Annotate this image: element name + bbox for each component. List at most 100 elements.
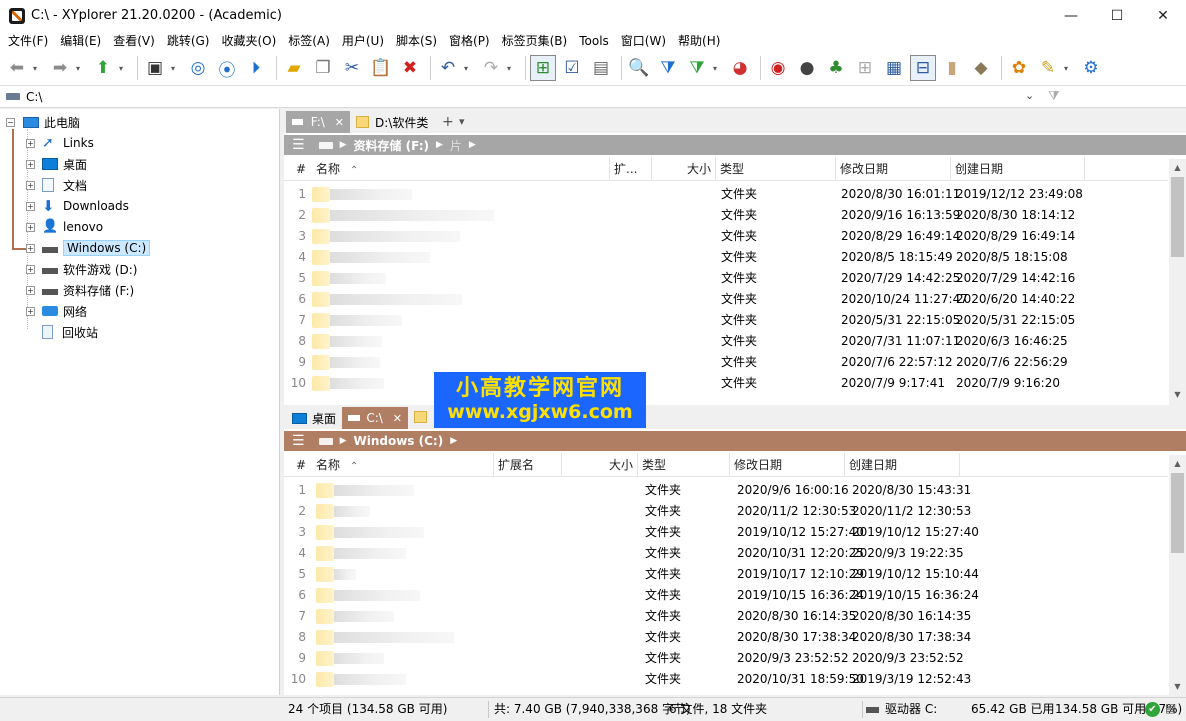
menu-window[interactable]: 窗口(W) bbox=[615, 31, 672, 51]
table-row[interactable]: 4 文件夹 2020/8/5 18:15:49 2020/8/5 18:15:0… bbox=[284, 247, 1168, 268]
target-icon[interactable]: ◎ bbox=[185, 55, 211, 81]
column-header-size[interactable]: 大小 bbox=[652, 157, 716, 181]
scroll-up-icon[interactable]: ▲ bbox=[1169, 455, 1186, 472]
menu-favorites[interactable]: 收藏夹(O) bbox=[215, 31, 282, 51]
paste-icon[interactable]: 📋 bbox=[368, 55, 394, 81]
colors-icon[interactable]: ✿ bbox=[1006, 55, 1032, 81]
filter-drop-icon[interactable]: ⧩ bbox=[684, 55, 710, 81]
find-icon[interactable]: 🔍 bbox=[626, 55, 652, 81]
brush-dropdown-icon[interactable]: ▾ bbox=[1064, 64, 1074, 73]
tag-icon[interactable]: ◆ bbox=[968, 55, 994, 81]
menu-script[interactable]: 脚本(S) bbox=[390, 31, 443, 51]
checkbox-icon[interactable]: ☑ bbox=[559, 55, 585, 81]
search-circle-icon[interactable]: ⦿ bbox=[214, 55, 240, 81]
column-header-modified[interactable]: 修改日期 bbox=[730, 453, 845, 477]
expand-icon[interactable]: + bbox=[26, 285, 35, 295]
breadcrumb-item[interactable]: 片 bbox=[450, 137, 462, 154]
redo-dropdown-icon[interactable]: ▾ bbox=[507, 64, 517, 73]
column-header-num[interactable]: # bbox=[284, 453, 310, 477]
chevron-down-icon[interactable]: ⌄ bbox=[1025, 89, 1034, 102]
expand-icon[interactable]: + bbox=[26, 222, 35, 232]
collapse-icon[interactable]: − bbox=[6, 117, 15, 127]
add-tab-button[interactable]: + bbox=[442, 114, 454, 130]
expand-icon[interactable]: + bbox=[26, 243, 35, 253]
filter-icon[interactable]: ⧩ bbox=[1048, 89, 1060, 104]
spiral-icon[interactable]: ◉ bbox=[765, 55, 791, 81]
scrollbar-thumb[interactable] bbox=[1171, 177, 1184, 257]
tab-f-drive[interactable]: F:\ ✕ bbox=[286, 111, 350, 133]
hamburger-icon[interactable]: ☰ bbox=[292, 433, 305, 449]
tree-item-links[interactable]: + ➚ Links bbox=[26, 133, 94, 153]
up-icon[interactable]: ⬆ bbox=[90, 55, 116, 81]
tree-item-recycle-bin[interactable]: 回收站 bbox=[42, 322, 98, 342]
table-row[interactable]: 7 文件夹 2020/5/31 22:15:05 2020/5/31 22:15… bbox=[284, 310, 1168, 331]
menu-tabsets[interactable]: 标签页集(B) bbox=[496, 31, 574, 51]
expand-icon[interactable]: + bbox=[26, 138, 35, 148]
tab-d-software[interactable]: D:\软件类 bbox=[350, 111, 436, 133]
table-row[interactable]: 2 文件夹 2020/9/16 16:13:59 2020/8/30 18:14… bbox=[284, 205, 1168, 226]
new-folder-icon[interactable]: ▰ bbox=[281, 55, 307, 81]
menu-edit[interactable]: 编辑(E) bbox=[54, 31, 107, 51]
vertical-scrollbar[interactable]: ▲ ▼ bbox=[1169, 455, 1186, 695]
table-row[interactable]: 3 文件夹 2019/10/12 15:27:40 2019/10/12 15:… bbox=[284, 522, 1168, 543]
table-row[interactable]: 4 文件夹 2020/10/31 12:20:25 2020/9/3 19:22… bbox=[284, 543, 1168, 564]
moon-icon[interactable]: ● bbox=[794, 55, 820, 81]
table-row[interactable]: 10 文件夹 2020/10/31 18:59:50 2019/3/19 12:… bbox=[284, 669, 1168, 690]
redo-icon[interactable]: ↷ bbox=[478, 55, 504, 81]
column-header-type[interactable]: 类型 bbox=[716, 157, 836, 181]
details-icon[interactable]: ▦ bbox=[881, 55, 907, 81]
menu-help[interactable]: 帮助(H) bbox=[672, 31, 726, 51]
expand-icon[interactable]: + bbox=[26, 159, 35, 169]
column-header-ext[interactable]: 扩... bbox=[610, 157, 652, 181]
up-dropdown-icon[interactable]: ▾ bbox=[119, 64, 129, 73]
expand-icon[interactable]: + bbox=[26, 180, 35, 190]
expand-icon[interactable]: + bbox=[26, 306, 35, 316]
menu-user[interactable]: 用户(U) bbox=[336, 31, 390, 51]
status-menu-icon[interactable]: ▤ bbox=[1165, 701, 1176, 715]
tree-icon[interactable]: ♣ bbox=[823, 55, 849, 81]
brush-icon[interactable]: ✎ bbox=[1035, 55, 1061, 81]
grid-icon[interactable]: ⊞ bbox=[852, 55, 878, 81]
play-circle-icon[interactable]: ⏵ bbox=[243, 55, 269, 81]
column-header-modified[interactable]: 修改日期 bbox=[836, 157, 951, 181]
hamburger-icon[interactable]: ☰ bbox=[292, 137, 305, 153]
tab-c-drive[interactable]: C:\ ✕ bbox=[342, 407, 408, 429]
column-header-name[interactable]: 名称 ⌃ bbox=[312, 157, 610, 181]
menu-tools[interactable]: Tools bbox=[573, 31, 615, 51]
column-header-ext[interactable]: 扩展名 bbox=[494, 453, 562, 477]
expand-icon[interactable]: + bbox=[26, 201, 35, 211]
tab-menu-icon[interactable]: ▾ bbox=[459, 115, 465, 128]
table-row[interactable]: 8 文件夹 2020/7/31 11:07:11 2020/6/3 16:46:… bbox=[284, 331, 1168, 352]
tree-item-desktop[interactable]: + 桌面 bbox=[26, 154, 87, 174]
table-row[interactable]: 7 文件夹 2020/8/30 16:14:35 2020/8/30 16:14… bbox=[284, 606, 1168, 627]
tree-item-downloads[interactable]: + ⬇ Downloads bbox=[26, 196, 129, 216]
delete-icon[interactable]: ✖ bbox=[397, 55, 423, 81]
table-row[interactable]: 5 文件夹 2020/7/29 14:42:25 2020/7/29 14:42… bbox=[284, 268, 1168, 289]
vertical-scrollbar[interactable]: ▲ ▼ bbox=[1169, 159, 1186, 405]
xyplorer-app-icon[interactable] bbox=[9, 7, 25, 24]
table-row[interactable]: 6 文件夹 2019/10/15 16:36:24 2019/10/15 16:… bbox=[284, 585, 1168, 606]
table-row[interactable]: 9 文件夹 2020/7/6 22:57:12 2020/7/6 22:56:2… bbox=[284, 352, 1168, 373]
column-header-name[interactable]: 名称 ⌃ bbox=[312, 453, 494, 477]
menu-go[interactable]: 跳转(G) bbox=[161, 31, 216, 51]
preview-icon[interactable]: ▮ bbox=[939, 55, 965, 81]
table-row[interactable]: 1 文件夹 2020/9/6 16:00:16 2020/8/30 15:43:… bbox=[284, 480, 1168, 501]
maximize-button[interactable]: ☐ bbox=[1094, 0, 1140, 31]
back-icon[interactable]: ⬅ bbox=[4, 55, 30, 81]
breadcrumb-item[interactable]: Windows (C:) bbox=[353, 434, 443, 448]
settings-icon[interactable]: ⚙ bbox=[1078, 55, 1104, 81]
table-row[interactable]: 2 文件夹 2020/11/2 12:30:53 2020/11/2 12:30… bbox=[284, 501, 1168, 522]
expand-icon[interactable]: + bbox=[26, 264, 35, 274]
computer-icon[interactable]: ▣ bbox=[142, 55, 168, 81]
scrollbar-thumb[interactable] bbox=[1171, 473, 1184, 553]
tree-toggle-icon[interactable]: ⊞ bbox=[530, 55, 556, 81]
table-row[interactable]: 5 文件夹 2019/10/17 12:10:29 2019/10/12 15:… bbox=[284, 564, 1168, 585]
copy-icon[interactable]: ❐ bbox=[310, 55, 336, 81]
tree-item-network[interactable]: + 网络 bbox=[26, 301, 87, 321]
forward-dropdown-icon[interactable]: ▾ bbox=[76, 64, 86, 73]
table-row[interactable]: 10 文件夹 2020/7/9 9:17:41 2020/7/9 9:16:20 bbox=[284, 373, 1168, 394]
forward-icon[interactable]: ➡ bbox=[47, 55, 73, 81]
address-input[interactable] bbox=[6, 88, 1036, 106]
dual-pane-icon[interactable]: ⊟ bbox=[910, 55, 936, 81]
breadcrumb-item[interactable]: 资料存储 (F:) bbox=[353, 137, 429, 154]
